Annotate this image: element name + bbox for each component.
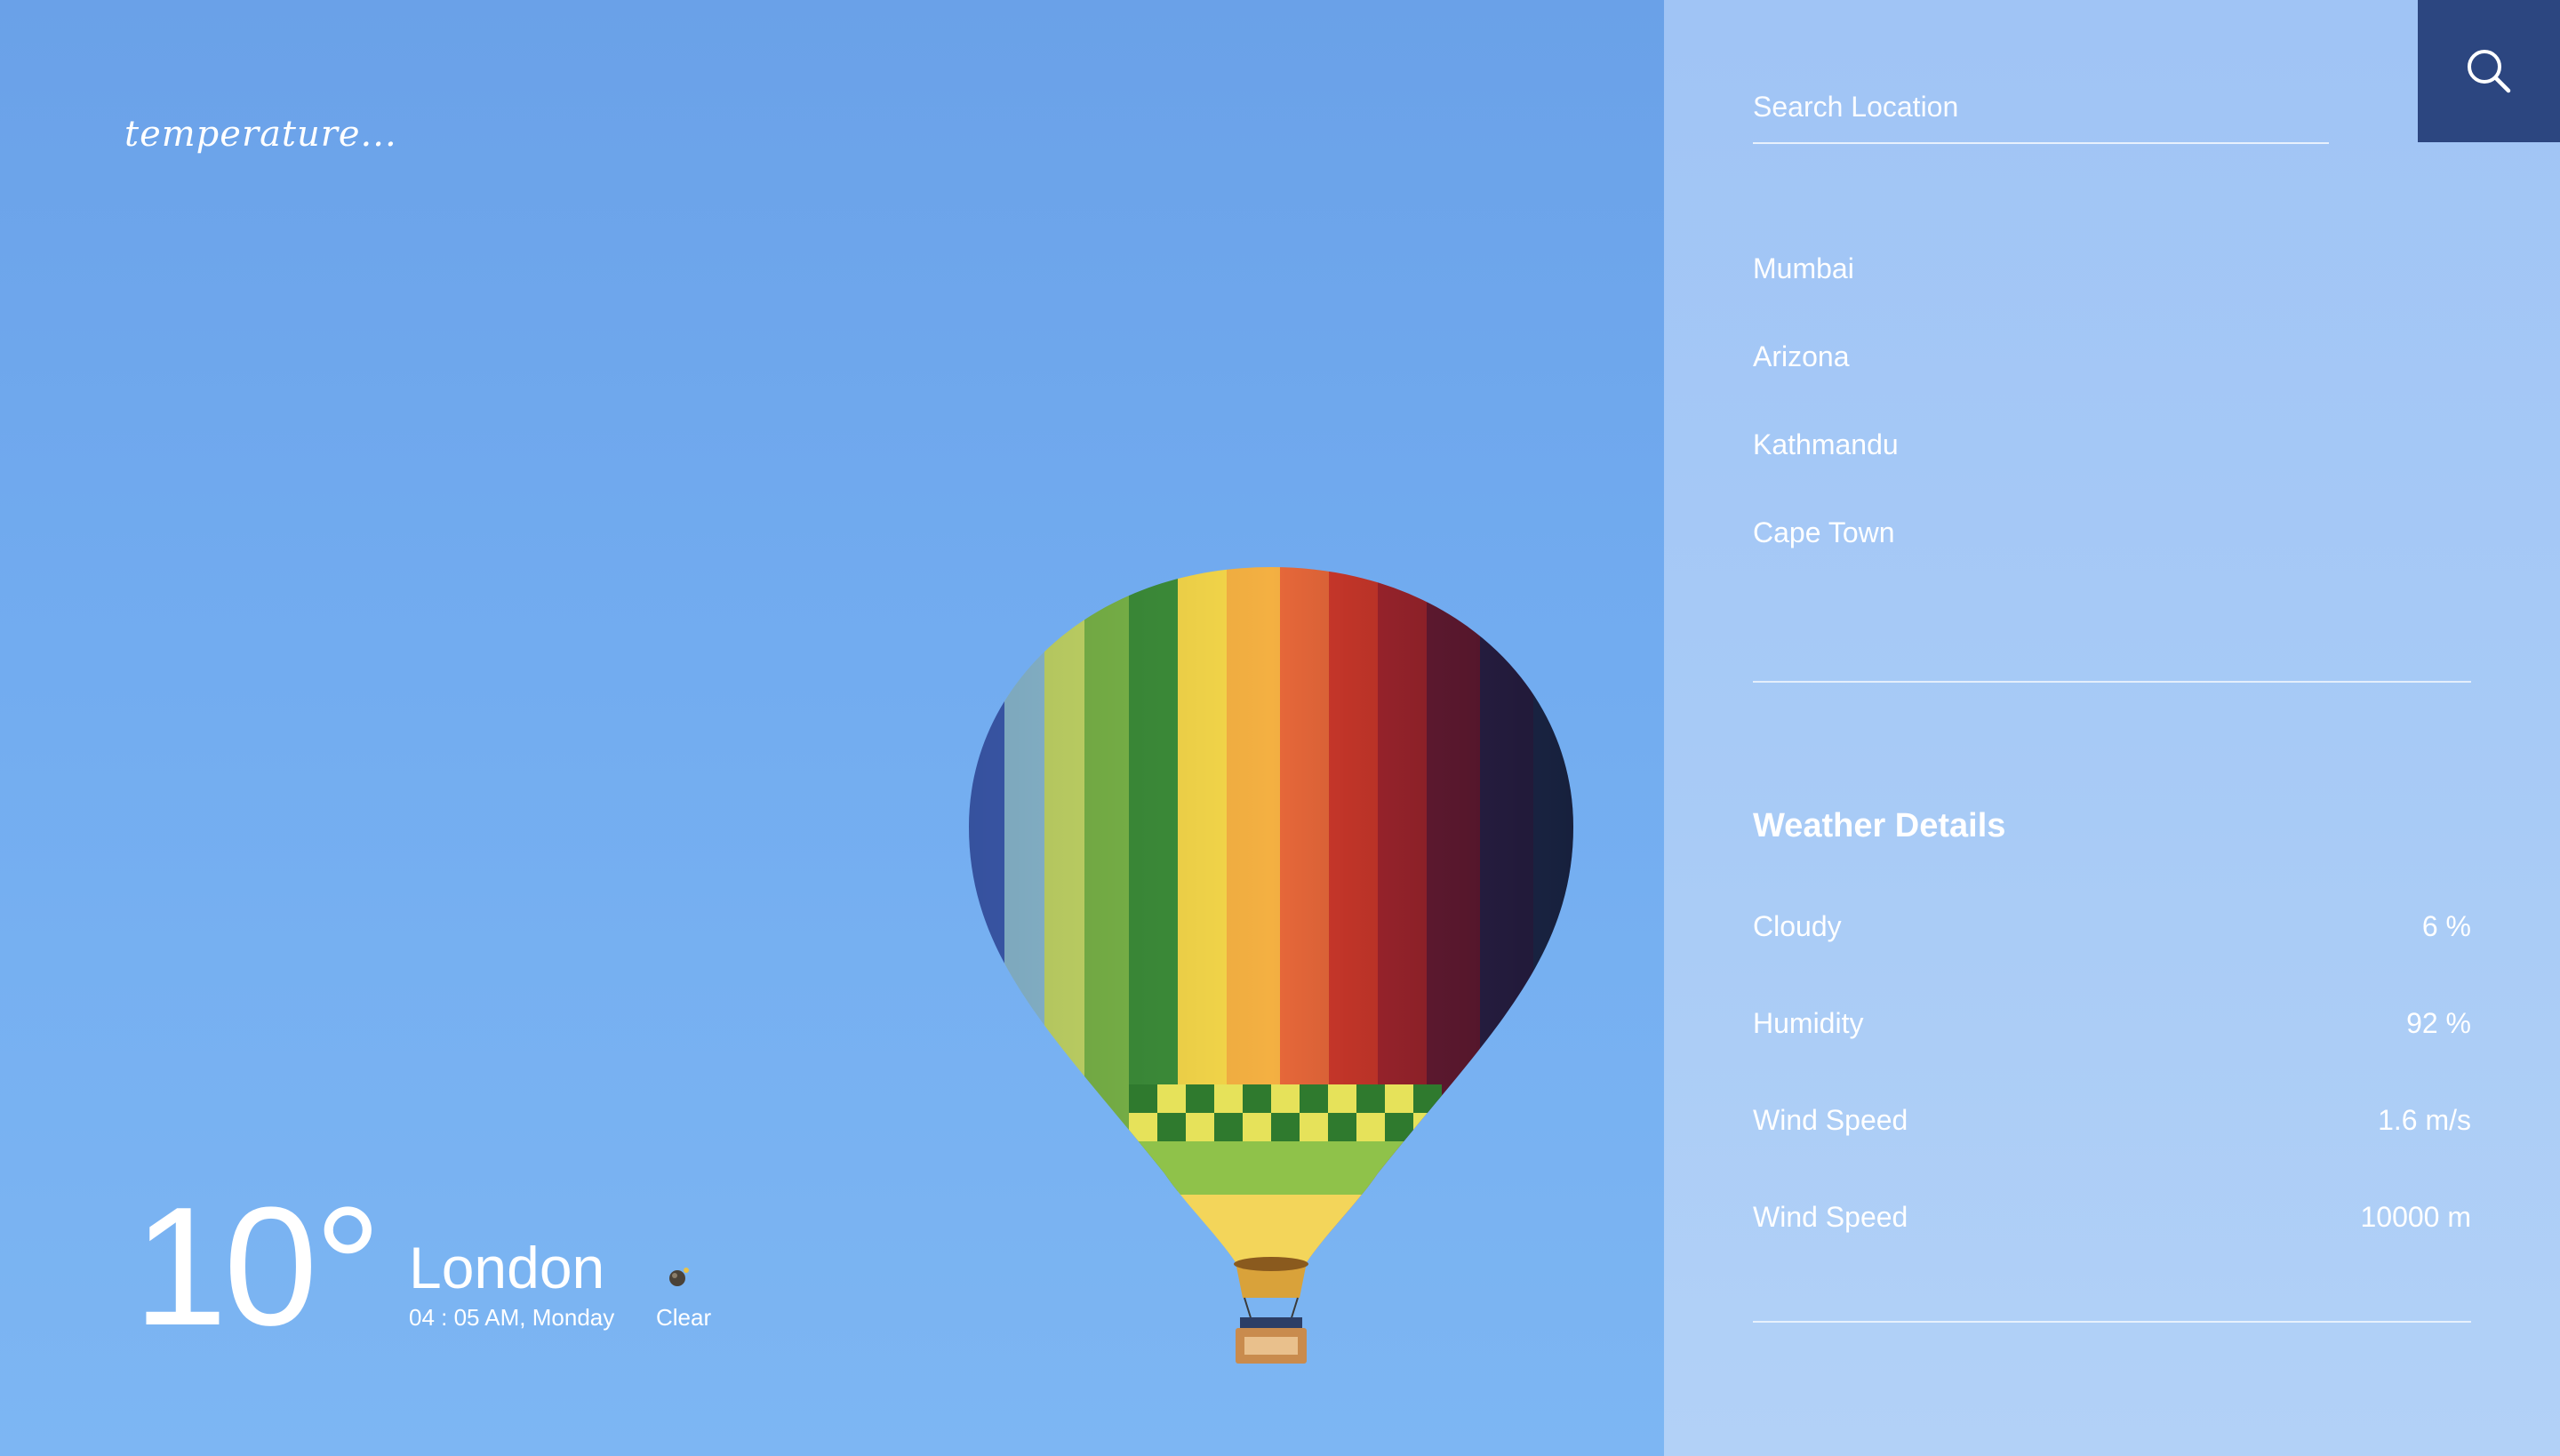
recent-locations-list: Mumbai Arizona Kathmandu Cape Town — [1753, 249, 2471, 601]
location-item-kathmandu[interactable]: Kathmandu — [1753, 425, 2471, 513]
divider — [1753, 1321, 2471, 1323]
divider — [1753, 681, 2471, 683]
detail-label: Wind Speed — [1753, 1104, 1908, 1136]
weather-condition-icon — [669, 1268, 689, 1286]
detail-row-cloudy: Cloudy 6 % — [1753, 907, 2471, 1004]
search-field — [1753, 82, 2329, 144]
current-condition: Clear — [656, 1304, 712, 1331]
brand-logo: temperature... — [124, 114, 397, 155]
detail-label: Wind Speed — [1753, 1201, 1908, 1233]
search-input[interactable] — [1753, 82, 2329, 132]
detail-value: 10000 m — [2360, 1201, 2471, 1233]
detail-value: 1.6 m/s — [2378, 1104, 2471, 1136]
detail-value: 92 % — [2406, 1007, 2471, 1039]
current-temperature: 10° — [133, 1172, 381, 1361]
location-item-cape-town[interactable]: Cape Town — [1753, 513, 2471, 601]
current-city: London — [409, 1235, 605, 1300]
background-hero: temperature... 10° London 04: 05 AM, Mo… — [0, 0, 1664, 1456]
detail-label: Cloudy — [1753, 910, 1842, 942]
hot-air-balloon-image — [969, 567, 1573, 1364]
detail-row-humidity: Humidity 92 % — [1753, 1004, 2471, 1100]
location-item-arizona[interactable]: Arizona — [1753, 337, 2471, 425]
detail-value: 6 % — [2421, 910, 2471, 942]
side-panel: Mumbai Arizona Kathmandu Cape Town Weath… — [1664, 0, 2560, 1456]
search-button[interactable] — [2418, 0, 2560, 142]
current-datetime: 04 : 05 AM, Monday — [409, 1304, 615, 1331]
detail-row-wind-speed: Wind Speed 1.6 m/s — [1753, 1100, 2471, 1197]
detail-label: Humidity — [1753, 1007, 1864, 1039]
weather-details-title: Weather Details — [1753, 807, 2006, 844]
weather-details-list: Cloudy 6 % Humidity 92 % Wind Speed 1.6 … — [1753, 907, 2471, 1294]
location-item-mumbai[interactable]: Mumbai — [1753, 249, 2471, 337]
detail-row-visibility: Wind Speed 10000 m — [1753, 1197, 2471, 1294]
search-icon — [2468, 50, 2511, 93]
